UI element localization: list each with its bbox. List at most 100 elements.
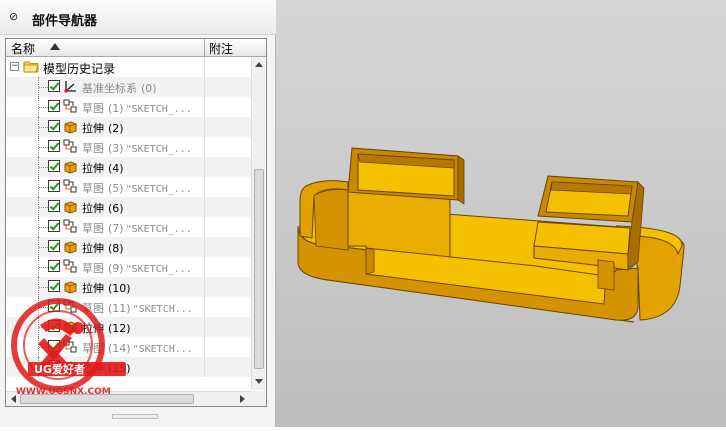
column-note-header[interactable]: 附注	[209, 40, 233, 57]
tree-branch	[39, 287, 48, 289]
column-divider	[204, 117, 205, 137]
column-divider	[204, 357, 205, 377]
extrude-icon	[64, 241, 77, 254]
tree-root-row[interactable]: − 模型历史记录	[6, 57, 251, 77]
feature-index: (7)	[108, 222, 124, 235]
column-divider	[204, 277, 205, 297]
feature-name: 基准坐标系	[82, 82, 137, 95]
3d-model[interactable]	[276, 0, 726, 427]
column-divider	[204, 137, 205, 157]
center-slot-wall	[365, 247, 375, 275]
visibility-checkbox[interactable]	[48, 160, 60, 172]
column-divider	[204, 257, 205, 277]
folder-open-icon	[23, 61, 39, 73]
extrude-icon	[64, 161, 77, 174]
feature-label: 草图 (1) "SKETCH_...	[82, 100, 192, 116]
scroll-right-arrow-icon[interactable]	[240, 395, 245, 403]
ugsnx-watermark-logo: UG爱好者 WWW.UGSNX.COM	[11, 298, 126, 397]
feature-name: 拉伸	[82, 122, 104, 135]
pin-icon[interactable]: ⊘	[9, 11, 21, 23]
feature-sketch-name: "SKETCH_...	[125, 144, 192, 155]
column-name-header[interactable]: 名称	[11, 40, 35, 57]
vertical-scrollbar[interactable]	[251, 57, 266, 390]
feature-name: 草图	[82, 262, 104, 275]
column-divider	[204, 177, 205, 197]
feature-row[interactable]: 拉伸 (4)	[6, 157, 251, 177]
tree-branch	[39, 227, 48, 229]
feature-sketch-name: "SKETCH...	[132, 304, 193, 315]
tree-branch	[39, 147, 48, 149]
extrude-icon	[64, 121, 77, 134]
sketch-icon	[63, 139, 77, 153]
feature-sketch-name: "SKETCH_...	[125, 264, 192, 275]
column-divider	[204, 77, 205, 97]
feature-name: 拉伸	[82, 242, 104, 255]
column-divider	[204, 97, 205, 117]
feature-name: 拉伸	[82, 202, 104, 215]
visibility-checkbox[interactable]	[48, 100, 60, 112]
feature-row[interactable]: 拉伸 (6)	[6, 197, 251, 217]
feature-row[interactable]: 拉伸 (2)	[6, 117, 251, 137]
tree-branch	[39, 187, 48, 189]
collapse-icon[interactable]: −	[10, 62, 19, 71]
sketch-icon	[63, 99, 77, 113]
feature-label: 拉伸 (4)	[82, 160, 126, 176]
feature-name: 草图	[82, 182, 104, 195]
visibility-checkbox[interactable]	[48, 220, 60, 232]
feature-index: (9)	[108, 262, 124, 275]
sketch-icon	[63, 179, 77, 193]
tree-branch	[39, 247, 48, 249]
feature-index: (4)	[108, 162, 124, 175]
column-divider	[204, 317, 205, 337]
feature-index: (0)	[141, 82, 157, 95]
feature-row[interactable]: 草图 (3) "SKETCH_...	[6, 137, 251, 157]
feature-label: 基准坐标系 (0)	[82, 80, 159, 96]
svg-text:WWW.UGSNX.COM: WWW.UGSNX.COM	[16, 387, 111, 397]
column-divider	[204, 237, 205, 257]
sketch-icon	[63, 219, 77, 233]
feature-row[interactable]: 拉伸 (8)	[6, 237, 251, 257]
feature-sketch-name: "SKETCH...	[132, 344, 193, 355]
visibility-checkbox[interactable]	[48, 140, 60, 152]
feature-label: 拉伸 (8)	[82, 240, 126, 256]
visibility-checkbox[interactable]	[48, 240, 60, 252]
scroll-up-arrow-icon[interactable]	[255, 62, 263, 67]
panel-resize-grip[interactable]	[112, 414, 158, 419]
tree-branch	[39, 267, 48, 269]
navigator-header: ⊘ 部件导航器	[0, 0, 276, 35]
feature-row[interactable]: 草图 (9) "SKETCH_...	[6, 257, 251, 277]
column-divider	[204, 197, 205, 217]
visibility-checkbox[interactable]	[48, 180, 60, 192]
feature-sketch-name: "SKETCH_...	[125, 104, 192, 115]
feature-name: 拉伸	[82, 162, 104, 175]
tree-branch	[39, 167, 48, 169]
feature-row[interactable]: 草图 (7) "SKETCH_...	[6, 217, 251, 237]
feature-row[interactable]: 基准坐标系 (0)	[6, 77, 251, 97]
feature-index: (6)	[108, 202, 124, 215]
tree-branch	[39, 87, 48, 89]
feature-name: 草图	[82, 142, 104, 155]
column-separator[interactable]	[204, 39, 205, 56]
extrude-icon	[64, 201, 77, 214]
feature-sketch-name: "SKETCH_...	[125, 224, 192, 235]
column-divider	[204, 297, 205, 317]
graphics-viewport[interactable]	[276, 0, 726, 427]
visibility-checkbox[interactable]	[48, 120, 60, 132]
sort-ascending-icon[interactable]	[50, 43, 60, 50]
root-label: 模型历史记录	[43, 62, 116, 76]
scrollbar-corner	[251, 391, 266, 406]
column-divider	[204, 157, 205, 177]
tree-branch	[39, 107, 48, 109]
feature-index: (3)	[108, 142, 124, 155]
scroll-down-arrow-icon[interactable]	[255, 379, 263, 384]
vertical-scroll-thumb[interactable]	[254, 169, 264, 369]
feature-name: 草图	[82, 102, 104, 115]
left-box-side	[457, 155, 465, 205]
visibility-checkbox[interactable]	[48, 260, 60, 272]
left-rim-inner	[313, 189, 349, 251]
feature-row[interactable]: 草图 (1) "SKETCH_...	[6, 97, 251, 117]
visibility-checkbox[interactable]	[48, 80, 60, 92]
tree-branch	[39, 207, 48, 209]
visibility-checkbox[interactable]	[48, 200, 60, 212]
feature-row[interactable]: 草图 (5) "SKETCH_...	[6, 177, 251, 197]
